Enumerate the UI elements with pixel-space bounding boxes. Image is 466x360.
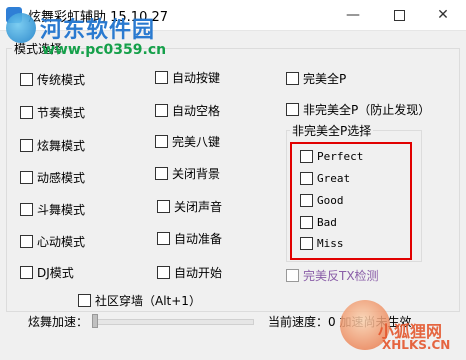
checkbox-label: DJ模式 — [37, 266, 74, 280]
checkbox-mode-dj[interactable]: DJ模式 — [20, 264, 74, 281]
checkbox-anti-tx-detection[interactable]: 完美反TX检测 — [286, 267, 379, 284]
checkbox-box[interactable] — [20, 139, 33, 152]
checkbox-box[interactable] — [157, 232, 170, 245]
checkbox-auto-key[interactable]: 自动按键 — [155, 69, 220, 86]
checkbox-box[interactable] — [20, 73, 33, 86]
watermark-url: www.pc0359.cn — [42, 42, 167, 58]
highlight-box — [290, 142, 412, 260]
checkbox-box[interactable] — [286, 103, 299, 116]
checkbox-box[interactable] — [286, 269, 299, 282]
checkbox-perfect-all-p[interactable]: 完美全P — [286, 70, 346, 87]
checkbox-label: 非完美全P（防止发现） — [303, 103, 431, 117]
checkbox-box[interactable] — [20, 106, 33, 119]
watermark-logo-icon — [6, 13, 36, 43]
maximize-icon — [393, 9, 405, 21]
checkbox-box[interactable] — [20, 235, 33, 248]
close-button[interactable]: ✕ — [420, 0, 466, 30]
checkbox-mode-rhythm[interactable]: 节奏模式 — [20, 104, 85, 121]
checkbox-label: 完美八键 — [172, 135, 221, 149]
checkbox-box[interactable] — [157, 200, 170, 213]
checkbox-box[interactable] — [157, 266, 170, 279]
checkbox-box[interactable] — [20, 171, 33, 184]
checkbox-label: 炫舞模式 — [37, 139, 86, 153]
speed-slider-label: 炫舞加速： — [28, 315, 89, 329]
checkbox-auto-ready[interactable]: 自动准备 — [157, 230, 222, 247]
checkbox-label: 社区穿墙（Alt+1） — [95, 294, 201, 308]
checkbox-box[interactable] — [20, 203, 33, 216]
watermark-bottom-url: XHLKS.CN — [382, 338, 451, 352]
checkbox-box[interactable] — [155, 167, 168, 180]
checkbox-box[interactable] — [155, 135, 168, 148]
checkbox-mode-dynamic[interactable]: 动感模式 — [20, 169, 85, 186]
minimize-button[interactable]: — — [330, 0, 376, 30]
checkbox-mode-traditional[interactable]: 传统模式 — [20, 71, 85, 88]
checkbox-box[interactable] — [286, 72, 299, 85]
checkbox-perfect-eight-keys[interactable]: 完美八键 — [155, 133, 220, 150]
checkbox-box[interactable] — [155, 71, 168, 84]
checkbox-label: 完美反TX检测 — [303, 269, 379, 283]
checkbox-label: 完美全P — [303, 72, 347, 86]
checkbox-label: 斗舞模式 — [37, 203, 86, 217]
checkbox-box[interactable] — [78, 294, 91, 307]
checkbox-mode-heart[interactable]: 心动模式 — [20, 233, 85, 250]
checkbox-label: 心动模式 — [37, 235, 86, 249]
checkbox-auto-start[interactable]: 自动开始 — [157, 264, 222, 281]
non-perfect-group-legend: 非完美全P选择 — [290, 122, 374, 139]
checkbox-box[interactable] — [20, 266, 33, 279]
checkbox-label: 自动准备 — [174, 232, 223, 246]
watermark-title: 河东软件园 — [40, 18, 156, 43]
checkbox-label: 动感模式 — [37, 171, 86, 185]
checkbox-mode-battle[interactable]: 斗舞模式 — [20, 201, 85, 218]
checkbox-label: 关闭背景 — [172, 167, 221, 181]
checkbox-label: 自动开始 — [174, 266, 223, 280]
checkbox-community-wall[interactable]: 社区穿墙（Alt+1） — [78, 292, 201, 309]
checkbox-close-sound[interactable]: 关闭声音 — [157, 198, 222, 215]
speed-slider-track[interactable] — [92, 319, 254, 325]
checkbox-label: 关闭声音 — [174, 200, 223, 214]
checkbox-mode-xuanwu[interactable]: 炫舞模式 — [20, 137, 85, 154]
checkbox-box[interactable] — [155, 104, 168, 117]
checkbox-label: 自动按键 — [172, 71, 221, 85]
checkbox-label: 自动空格 — [172, 104, 221, 118]
checkbox-auto-space[interactable]: 自动空格 — [155, 102, 220, 119]
checkbox-non-perfect-all-p[interactable]: 非完美全P（防止发现） — [286, 101, 430, 118]
checkbox-label: 节奏模式 — [37, 106, 86, 120]
checkbox-label: 传统模式 — [37, 73, 86, 87]
checkbox-close-background[interactable]: 关闭背景 — [155, 165, 220, 182]
speed-slider-thumb[interactable] — [92, 314, 98, 328]
maximize-button[interactable] — [376, 0, 422, 30]
